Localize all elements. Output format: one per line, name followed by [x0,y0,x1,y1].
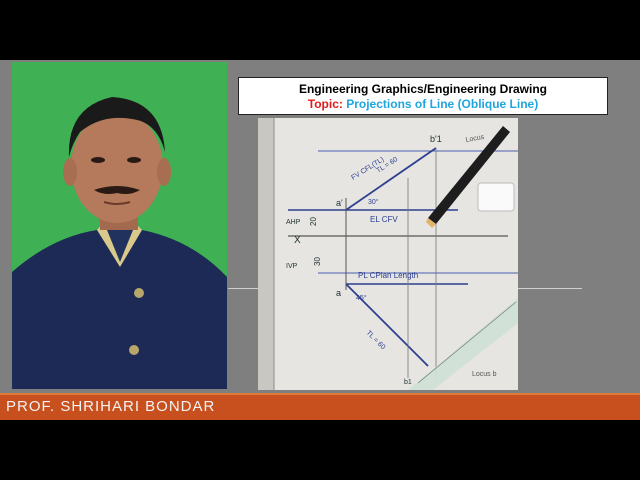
presenter-name-bar: PROF. SHRIHARI BONDAR [0,393,640,420]
title-box: Engineering Graphics/Engineering Drawing… [238,77,608,115]
label-pl: PL CPlan Length [358,271,418,280]
topic-line: Topic: Projections of Line (Oblique Line… [239,97,607,111]
label-angle30: 30° [368,198,379,206]
label-b1-prime: b'1 [430,134,442,144]
video-frame: Engineering Graphics/Engineering Drawing… [0,60,640,420]
label-el: EL CFV [370,215,398,224]
presenter-name: PROF. SHRIHARI BONDAR [6,398,216,415]
course-title: Engineering Graphics/Engineering Drawing [298,82,548,96]
label-a: a [336,288,341,298]
label-locus-b: Locus b [472,371,497,378]
label-angle45: 45° [356,294,367,302]
label-x: X [294,235,301,246]
label-dim30: 30 [313,257,322,266]
drawing-photo: b'1 a' FV CFL(TL) TL = 60 30° EL CFV AHP… [258,118,518,390]
label-ahp: AHP [286,219,301,226]
presenter-video [12,62,227,389]
label-b1: b1 [404,379,412,386]
topic-text: Projections of Line (Oblique Line) [346,97,539,111]
divider-line-right [518,288,582,289]
label-a-prime: a' [336,198,343,208]
presenter-image [12,62,227,389]
drawing-sketch: b'1 a' FV CFL(TL) TL = 60 30° EL CFV AHP… [258,118,518,390]
topic-prefix: Topic: [307,97,343,111]
label-dim20: 20 [309,217,318,226]
label-ivp: IVP [286,263,298,270]
divider-line-left [228,288,258,289]
